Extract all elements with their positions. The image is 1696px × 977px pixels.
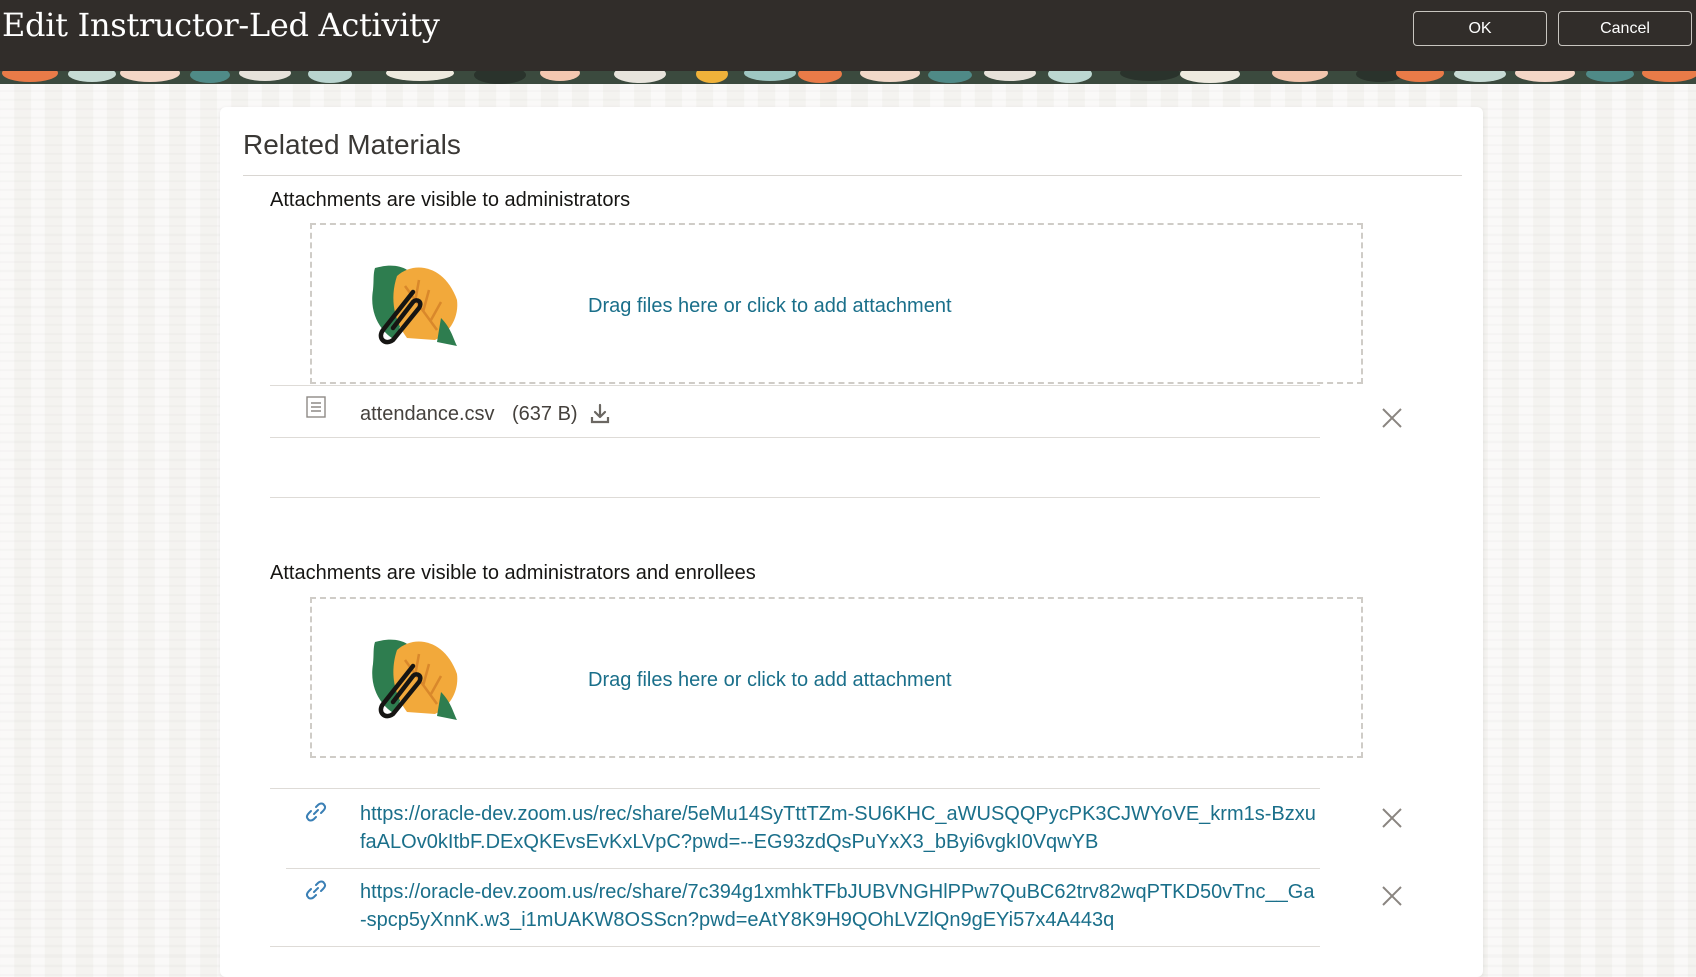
dropzone-text: Drag files here or click to add attachme… [588,669,952,691]
ok-button[interactable]: OK [1413,11,1547,46]
divider [270,385,1320,386]
related-materials-card: Related Materials Attachments are visibl… [220,107,1483,977]
decorative-banner [0,71,1696,84]
file-size: (637 B) [512,403,578,425]
divider [286,868,1320,869]
title-divider [243,175,1462,176]
admin-attachment-dropzone[interactable]: Drag files here or click to add attachme… [310,223,1363,384]
enrollee-attachments-label: Attachments are visible to administrator… [270,562,756,584]
divider [270,946,1320,947]
download-icon[interactable] [589,403,611,425]
dialog-title: Edit Instructor-Led Activity [2,6,440,44]
leaf-attachment-icon [372,639,458,720]
admin-attachments-label: Attachments are visible to administrator… [270,189,631,211]
attachment-link[interactable]: https://oracle-dev.zoom.us/rec/share/5eM… [360,800,1320,856]
divider [270,437,1320,438]
divider [270,788,1320,789]
section-divider [270,497,1320,498]
remove-attachment-icon[interactable] [1380,406,1404,430]
leaf-attachment-icon [372,265,458,346]
remove-link-icon[interactable] [1380,884,1404,908]
link-icon [305,880,327,900]
dropzone-text: Drag files here or click to add attachme… [588,295,952,317]
cancel-button[interactable]: Cancel [1558,11,1692,46]
enrollee-attachment-dropzone[interactable]: Drag files here or click to add attachme… [310,597,1363,758]
attachment-link[interactable]: https://oracle-dev.zoom.us/rec/share/7c3… [360,878,1320,934]
file-name: attendance.csv [360,403,495,425]
remove-link-icon[interactable] [1380,806,1404,830]
section-title: Related Materials [243,129,461,160]
dialog-header: Edit Instructor-Led Activity OK Cancel [0,0,1696,71]
document-icon [306,396,326,418]
link-icon [305,802,327,822]
